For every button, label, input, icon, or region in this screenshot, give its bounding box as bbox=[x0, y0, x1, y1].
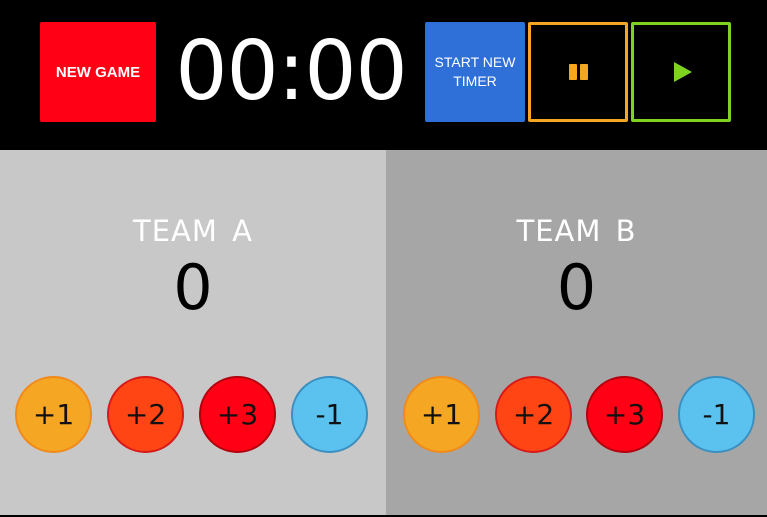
team-b-plus-1-button[interactable]: +1 bbox=[403, 376, 480, 453]
team-b-score: 0 bbox=[556, 251, 597, 324]
team-b-plus-2-button[interactable]: +2 bbox=[495, 376, 572, 453]
top-toolbar: NEW GAME 00:00 START NEW TIMER bbox=[0, 0, 767, 150]
start-new-timer-button[interactable]: START NEW TIMER bbox=[425, 22, 525, 122]
play-icon bbox=[674, 62, 692, 82]
team-b-panel: TEAM B 0 +1 +2 +3 -1 bbox=[386, 150, 767, 515]
play-button[interactable] bbox=[631, 22, 731, 122]
team-a-score: 0 bbox=[173, 251, 213, 324]
pause-icon bbox=[568, 64, 588, 80]
team-b-name: TEAM B bbox=[516, 214, 637, 248]
team-a-minus-1-button[interactable]: -1 bbox=[291, 376, 368, 453]
team-a-panel: TEAM A 0 +1 +2 +3 -1 bbox=[0, 150, 386, 515]
team-b-plus-3-button[interactable]: +3 bbox=[586, 376, 663, 453]
pause-button[interactable] bbox=[528, 22, 628, 122]
team-a-plus-2-button[interactable]: +2 bbox=[107, 376, 184, 453]
timer-display: 00:00 bbox=[175, 24, 407, 119]
team-a-plus-1-button[interactable]: +1 bbox=[15, 376, 92, 453]
new-game-button[interactable]: NEW GAME bbox=[40, 22, 156, 122]
team-b-minus-1-button[interactable]: -1 bbox=[678, 376, 755, 453]
team-a-name: TEAM A bbox=[133, 214, 253, 248]
team-a-plus-3-button[interactable]: +3 bbox=[199, 376, 276, 453]
